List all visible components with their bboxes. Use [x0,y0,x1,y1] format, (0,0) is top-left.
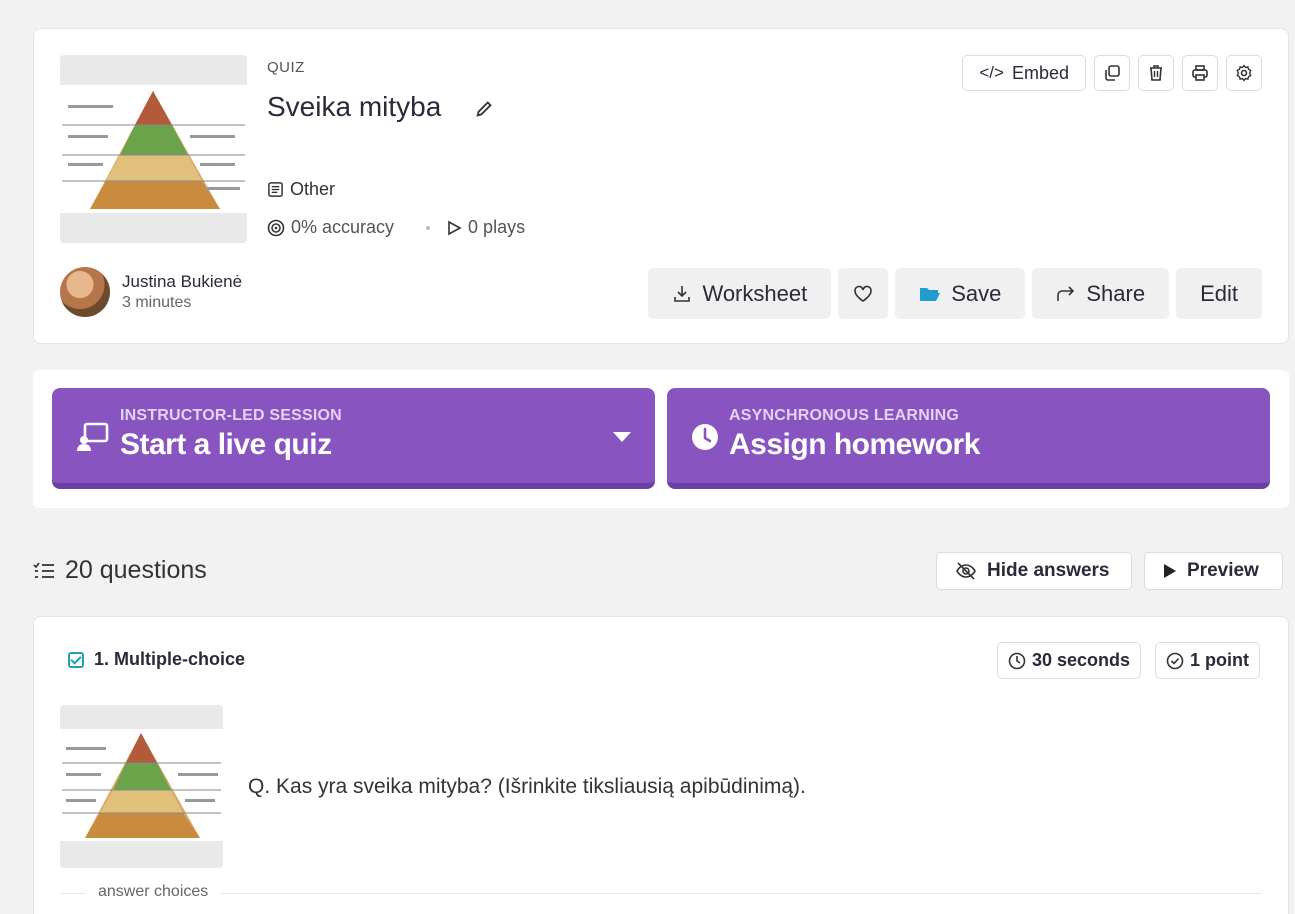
share-button[interactable]: Share [1032,268,1170,319]
session-card: INSTRUCTOR-LED SESSION Start a live quiz… [33,370,1289,508]
avatar[interactable] [60,267,110,317]
questions-count-label: 20 questions [65,556,207,584]
save-button[interactable]: Save [895,268,1026,319]
folder-icon [920,287,941,301]
quiz-header-card: QUIZ Sveika mityba Other 0% accuracy 0 p… [33,28,1289,344]
heart-icon [854,285,873,302]
question-type: 1. Multiple-choice [68,649,245,670]
save-label: Save [951,280,1002,306]
quiz-title: Sveika mityba [267,91,442,122]
assign-homework-button[interactable]: ASYNCHRONOUS LEARNING Assign homework [667,388,1270,489]
start-live-quiz-button[interactable]: INSTRUCTOR-LED SESSION Start a live quiz [52,388,655,489]
quiz-stats: 0% accuracy 0 plays [267,217,525,238]
worksheet-button[interactable]: Worksheet [648,268,832,319]
points-badge[interactable]: 1 point [1155,642,1260,679]
settings-button[interactable] [1226,55,1262,91]
gear-icon [1236,64,1252,82]
time-limit-label: 30 seconds [1032,650,1131,670]
clock-icon [692,424,718,450]
quiz-actions: Worksheet Save Share Edit [648,268,1262,319]
author-info: Justina Bukienė 3 minutes [60,267,242,317]
hide-answers-label: Hide answers [987,560,1110,581]
time-limit-badge[interactable]: 30 seconds [997,642,1142,679]
accuracy-stat: 0% accuracy [291,217,395,237]
copy-icon [1105,65,1120,81]
like-button[interactable] [838,268,889,319]
book-icon [268,182,283,197]
answer-choices-label: answer choices [86,883,221,901]
chevron-down-icon[interactable] [613,432,631,442]
target-icon [267,219,285,236]
edit-title-pencil-icon[interactable] [474,97,496,119]
code-icon: </> [979,63,1004,82]
live-label: Start a live quiz [120,428,332,461]
duplicate-button[interactable] [1094,55,1130,91]
food-pyramid-image [60,85,247,213]
hide-answers-button[interactable]: Hide answers [936,552,1132,590]
eye-off-icon [956,562,976,580]
checkbox-icon [68,651,84,668]
question-image [60,705,223,868]
list-check-icon [33,562,54,578]
points-label: 1 point [1190,650,1249,670]
worksheet-label: Worksheet [702,280,808,306]
question-type-label: 1. Multiple-choice [94,649,246,669]
question-card: 1. Multiple-choice 30 seconds 1 point Q.… [33,616,1289,914]
answer-choices-divider [60,893,1262,894]
print-button[interactable] [1182,55,1218,91]
share-arrow-icon [1057,285,1075,301]
author-name[interactable]: Justina Bukienė [122,272,242,292]
check-circle-icon [1166,652,1184,669]
printer-icon [1192,65,1208,81]
edit-label: Edit [1200,280,1238,306]
question-text: Q. Kas yra sveika mityba? (Išrinkite tik… [248,775,806,798]
live-kicker: INSTRUCTOR-LED SESSION [120,407,342,424]
delete-button[interactable] [1138,55,1174,91]
presentation-icon [77,422,109,451]
trash-icon [1150,65,1162,81]
quiz-toolbar: </> Embed [962,55,1262,91]
quiz-subject-label: Other [290,179,336,199]
share-label: Share [1086,280,1146,306]
homework-label: Assign homework [729,428,980,461]
embed-button[interactable]: </> Embed [962,55,1086,91]
preview-label: Preview [1187,560,1259,581]
quiz-type-label: QUIZ [267,59,305,76]
download-icon [674,285,691,302]
quiz-subject: Other [267,179,335,200]
edit-button[interactable]: Edit [1176,268,1262,319]
play-icon [1164,564,1176,578]
embed-label: Embed [1011,62,1069,83]
quiz-thumbnail [60,55,247,243]
separator-dot [426,225,431,230]
food-pyramid-image [60,729,223,841]
author-time: 3 minutes [122,294,192,311]
play-outline-icon [448,220,462,235]
clock-outline-icon [1008,652,1026,669]
preview-button[interactable]: Preview [1144,552,1283,590]
plays-stat: 0 plays [468,217,526,237]
questions-count: 20 questions [33,556,207,585]
homework-kicker: ASYNCHRONOUS LEARNING [729,407,959,424]
